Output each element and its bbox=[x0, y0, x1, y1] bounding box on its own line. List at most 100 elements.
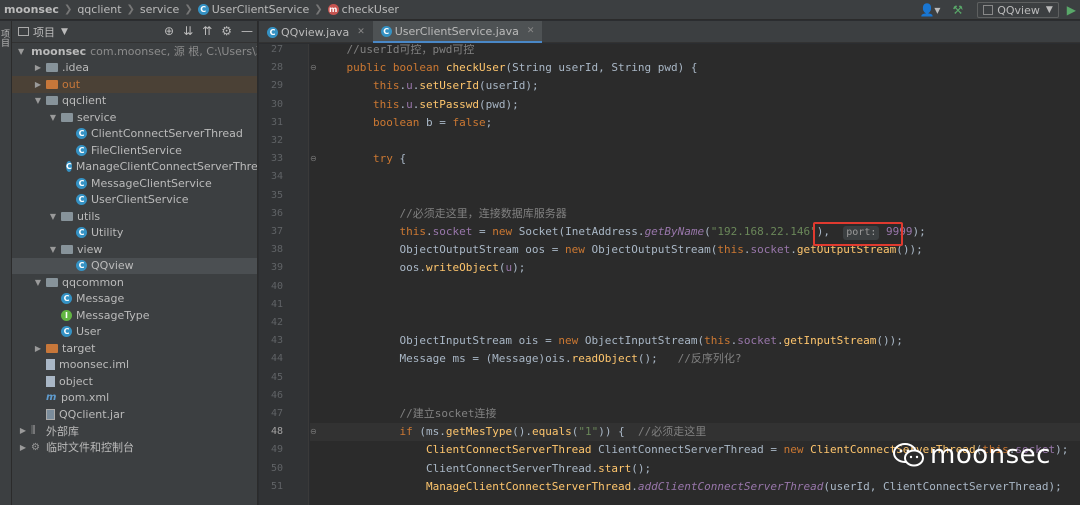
tree-item-label: .idea bbox=[62, 61, 90, 75]
tree-item[interactable]: ▼ qqclient bbox=[12, 93, 257, 110]
breadcrumb-project[interactable]: moonsec bbox=[4, 3, 59, 16]
tree-item[interactable]: I MessageType bbox=[12, 307, 257, 324]
code-line[interactable]: ObjectOutputStream oos = new ObjectOutpu… bbox=[310, 241, 1080, 259]
chevron-right-icon[interactable]: ▶ bbox=[33, 80, 43, 89]
chevron-down-icon[interactable]: ▼ bbox=[61, 27, 68, 37]
tree-item[interactable]: ▼ utils bbox=[12, 208, 257, 225]
tree-item[interactable]: C ClientConnectServerThread bbox=[12, 126, 257, 143]
code-line[interactable]: ObjectInputStream ois = new ObjectInputS… bbox=[310, 332, 1080, 350]
tree-item[interactable]: ▼ moonsec com.moonsec, 源 根, C:\Users\耿 bbox=[12, 43, 257, 60]
chevron-down-icon[interactable]: ▼ bbox=[48, 212, 58, 221]
code-line[interactable] bbox=[310, 314, 1080, 332]
code-editor[interactable]: //userId可控，pwd可控 public boolean checkUse… bbox=[310, 44, 1080, 505]
line-number: 42 bbox=[270, 317, 283, 328]
tree-item[interactable]: ▶ ⫼ 外部库 bbox=[12, 423, 257, 440]
fold-marker-icon[interactable]: ⊖ bbox=[310, 63, 317, 72]
code-line[interactable] bbox=[310, 278, 1080, 296]
chevron-right-icon: ❯ bbox=[126, 4, 135, 15]
code-line[interactable]: this.u.setPasswd(pwd); bbox=[310, 96, 1080, 114]
fold-marker-icon[interactable]: ⊖ bbox=[310, 154, 317, 163]
run-icon[interactable]: ▶ bbox=[1067, 3, 1076, 17]
tree-item[interactable]: ▼ service bbox=[12, 109, 257, 126]
chevron-right-icon[interactable]: ▶ bbox=[18, 426, 28, 435]
line-number: 46 bbox=[270, 389, 283, 401]
tree-item[interactable]: ▶ ⚙ 临时文件和控制台 bbox=[12, 439, 257, 456]
tree-item[interactable]: ▶ .idea bbox=[12, 60, 257, 77]
maven-icon: m bbox=[46, 392, 57, 404]
tree-item[interactable]: C UserClientService bbox=[12, 192, 257, 209]
tree-item-label: pom.xml bbox=[61, 391, 110, 405]
tree-item[interactable]: ▼ view bbox=[12, 241, 257, 258]
tree-item[interactable]: moonsec.iml bbox=[12, 357, 257, 374]
chevron-down-icon[interactable]: ▼ bbox=[18, 47, 24, 56]
minimize-icon[interactable]: — bbox=[241, 24, 253, 38]
tree-item[interactable]: m pom.xml bbox=[12, 390, 257, 407]
code-line[interactable] bbox=[310, 187, 1080, 205]
tree-item[interactable]: C Message bbox=[12, 291, 257, 308]
code-line[interactable] bbox=[310, 168, 1080, 186]
editor-tab[interactable]: C UserClientService.java ✕ bbox=[372, 21, 543, 43]
tree-item[interactable]: C FileClientService bbox=[12, 142, 257, 159]
code-line[interactable]: ManageClientConnectServerThread.addClien… bbox=[310, 478, 1080, 496]
code-line[interactable]: this.u.setUserId(userId); bbox=[310, 77, 1080, 95]
breadcrumb-package[interactable]: service bbox=[140, 3, 179, 16]
breadcrumb-module[interactable]: qqclient bbox=[77, 3, 121, 16]
code-line[interactable] bbox=[310, 296, 1080, 314]
collapse-all-icon[interactable]: ⇈ bbox=[202, 24, 212, 38]
code-line[interactable] bbox=[310, 369, 1080, 387]
code-line[interactable]: Message ms = (Message)ois.readObject(); … bbox=[310, 350, 1080, 368]
class-icon: C bbox=[61, 326, 72, 338]
breadcrumb-method-label: checkUser bbox=[341, 3, 399, 16]
fold-marker-icon[interactable]: ⊖ bbox=[310, 427, 317, 436]
chevron-right-icon[interactable]: ▶ bbox=[33, 63, 43, 72]
expand-all-icon[interactable]: ⇊ bbox=[183, 24, 193, 38]
code-line[interactable]: boolean b = false; bbox=[310, 114, 1080, 132]
gear-icon[interactable]: ⚙ bbox=[221, 24, 232, 38]
code-line[interactable]: //必须走这里，连接数据库服务器 bbox=[310, 205, 1080, 223]
tree-item[interactable]: C QQview bbox=[12, 257, 257, 274]
chevron-down-icon[interactable]: ▼ bbox=[48, 245, 58, 254]
tree-item-label: qqclient bbox=[62, 94, 107, 108]
chevron-down-icon[interactable]: ▼ bbox=[48, 113, 58, 122]
code-line[interactable] bbox=[310, 387, 1080, 405]
tree-item[interactable]: ▼ qqcommon bbox=[12, 274, 257, 291]
run-config-selector[interactable]: QQview ▼ bbox=[977, 2, 1059, 18]
breadcrumb-method[interactable]: m checkUser bbox=[327, 3, 399, 16]
tree-item[interactable]: object bbox=[12, 373, 257, 390]
code-line[interactable]: public boolean checkUser(String userId, … bbox=[310, 59, 1080, 77]
chevron-right-icon[interactable]: ▶ bbox=[18, 443, 28, 452]
code-line[interactable]: this.socket = new Socket(InetAddress.get… bbox=[310, 223, 1080, 241]
tree-item[interactable]: C User bbox=[12, 324, 257, 341]
code-line[interactable]: oos.writeObject(u); bbox=[310, 259, 1080, 277]
code-line[interactable]: //建立socket连接 bbox=[310, 405, 1080, 423]
locate-icon[interactable]: ⊕ bbox=[164, 24, 174, 38]
code-line[interactable]: if (ms.getMesType().equals("1")) { //必须走… bbox=[310, 423, 1080, 442]
line-number: 44 bbox=[270, 353, 283, 365]
tree-item[interactable]: QQclient.jar bbox=[12, 406, 257, 423]
user-icon[interactable]: 👤▾ bbox=[919, 3, 940, 17]
project-panel-title[interactable]: 项目 bbox=[33, 24, 55, 40]
line-number: 41 bbox=[270, 298, 283, 310]
chevron-down-icon[interactable]: ▼ bbox=[33, 278, 43, 287]
tree-item-label: Message bbox=[76, 292, 125, 306]
class-icon: C bbox=[61, 293, 72, 305]
editor-tab[interactable]: C QQview.java ✕ bbox=[259, 21, 373, 43]
code-line[interactable]: //userId可控，pwd可控 bbox=[310, 44, 1080, 59]
chevron-down-icon[interactable]: ▼ bbox=[33, 96, 43, 105]
tree-item[interactable]: ▶ target bbox=[12, 340, 257, 357]
tree-item[interactable]: ▶ out bbox=[12, 76, 257, 93]
close-icon[interactable]: ✕ bbox=[357, 27, 365, 37]
line-number: 45 bbox=[270, 371, 283, 383]
project-tool-window-button[interactable]: 项目 bbox=[0, 29, 11, 47]
tree-item[interactable]: C Utility bbox=[12, 225, 257, 242]
line-number: 43 bbox=[270, 335, 283, 347]
tree-item[interactable]: C MessageClientService bbox=[12, 175, 257, 192]
tree-item[interactable]: C ManageClientConnectServerThrea bbox=[12, 159, 257, 176]
breadcrumb-class[interactable]: C UserClientService bbox=[197, 3, 309, 16]
code-line[interactable]: try { bbox=[310, 150, 1080, 168]
close-icon[interactable]: ✕ bbox=[527, 26, 535, 36]
build-hammer-icon[interactable]: ⚒ bbox=[952, 3, 963, 17]
tree-item-label: Utility bbox=[91, 226, 124, 240]
code-line[interactable] bbox=[310, 132, 1080, 150]
chevron-right-icon[interactable]: ▶ bbox=[33, 344, 43, 353]
